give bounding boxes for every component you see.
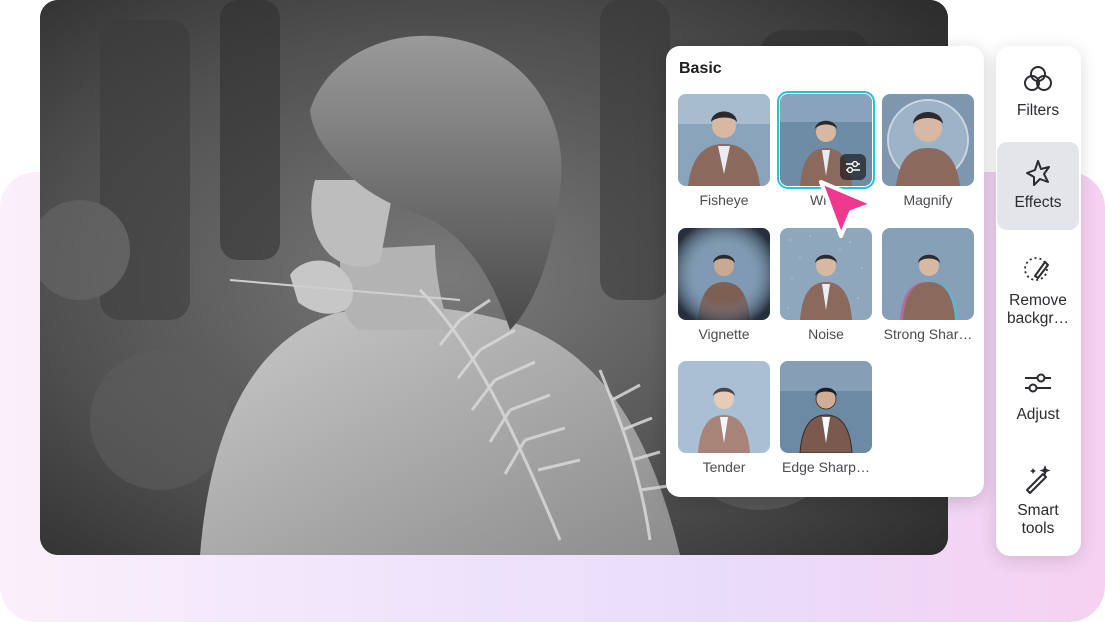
- effect-thumb-edge-sharpen[interactable]: [780, 361, 872, 453]
- section-title: Basic: [679, 60, 722, 77]
- vignette-preview: [678, 228, 770, 320]
- effect-thumb-wide[interactable]: [777, 91, 875, 189]
- effects-panel: Basic Fisheye W: [666, 46, 984, 497]
- sliders-icon: [846, 160, 860, 174]
- tool-label-adjust: Adjust: [1016, 406, 1060, 423]
- fisheye-preview: [678, 94, 770, 186]
- effect-thumb-fisheye[interactable]: [678, 94, 770, 186]
- tool-remove-background[interactable]: Remove backgr…: [997, 246, 1079, 342]
- edge-sharpen-preview: [780, 361, 872, 453]
- adjust-effect-button[interactable]: [840, 154, 866, 180]
- tool-adjust[interactable]: Adjust: [997, 362, 1079, 434]
- magnify-preview: [882, 94, 974, 186]
- tool-filters[interactable]: Filters: [997, 54, 1079, 142]
- effect-label-strong-sharpen: Strong Shar…: [883, 326, 973, 342]
- tools-sidebar: Filters Effects Remove backgr… Adjust Sm…: [996, 46, 1081, 556]
- effect-label-edge-sharpen: Edge Sharp…: [782, 459, 870, 475]
- tool-label-effects: Effects: [1014, 194, 1062, 211]
- tool-label-smart-tools: Smart tools: [1017, 502, 1059, 537]
- effect-thumb-magnify[interactable]: [882, 94, 974, 186]
- tool-label-remove-background: Remove backgr…: [1006, 292, 1070, 327]
- tool-effects[interactable]: Effects: [997, 142, 1079, 230]
- effect-label-tender: Tender: [702, 459, 746, 475]
- smart-tools-icon: [1026, 465, 1051, 494]
- effect-thumb-strong-sharpen[interactable]: [882, 228, 974, 320]
- adjust-icon: [1025, 373, 1051, 393]
- effect-label-noise: Noise: [808, 326, 844, 342]
- strong-sharpen-preview: [882, 228, 974, 320]
- effects-icon: [1026, 160, 1050, 186]
- effect-label-magnify: Magnify: [903, 192, 953, 208]
- effect-label-fisheye: Fisheye: [699, 192, 749, 208]
- tool-smart-tools[interactable]: Smart tools: [997, 458, 1079, 548]
- remove-background-icon: [1024, 257, 1049, 281]
- tender-preview: [678, 361, 770, 453]
- effect-label-vignette: Vignette: [698, 326, 750, 342]
- effect-thumb-tender[interactable]: [678, 361, 770, 453]
- filters-icon: [1024, 66, 1052, 91]
- cursor-pointer-icon: [819, 180, 875, 238]
- effect-thumb-vignette[interactable]: [678, 228, 770, 320]
- tool-label-filters: Filters: [1016, 102, 1060, 119]
